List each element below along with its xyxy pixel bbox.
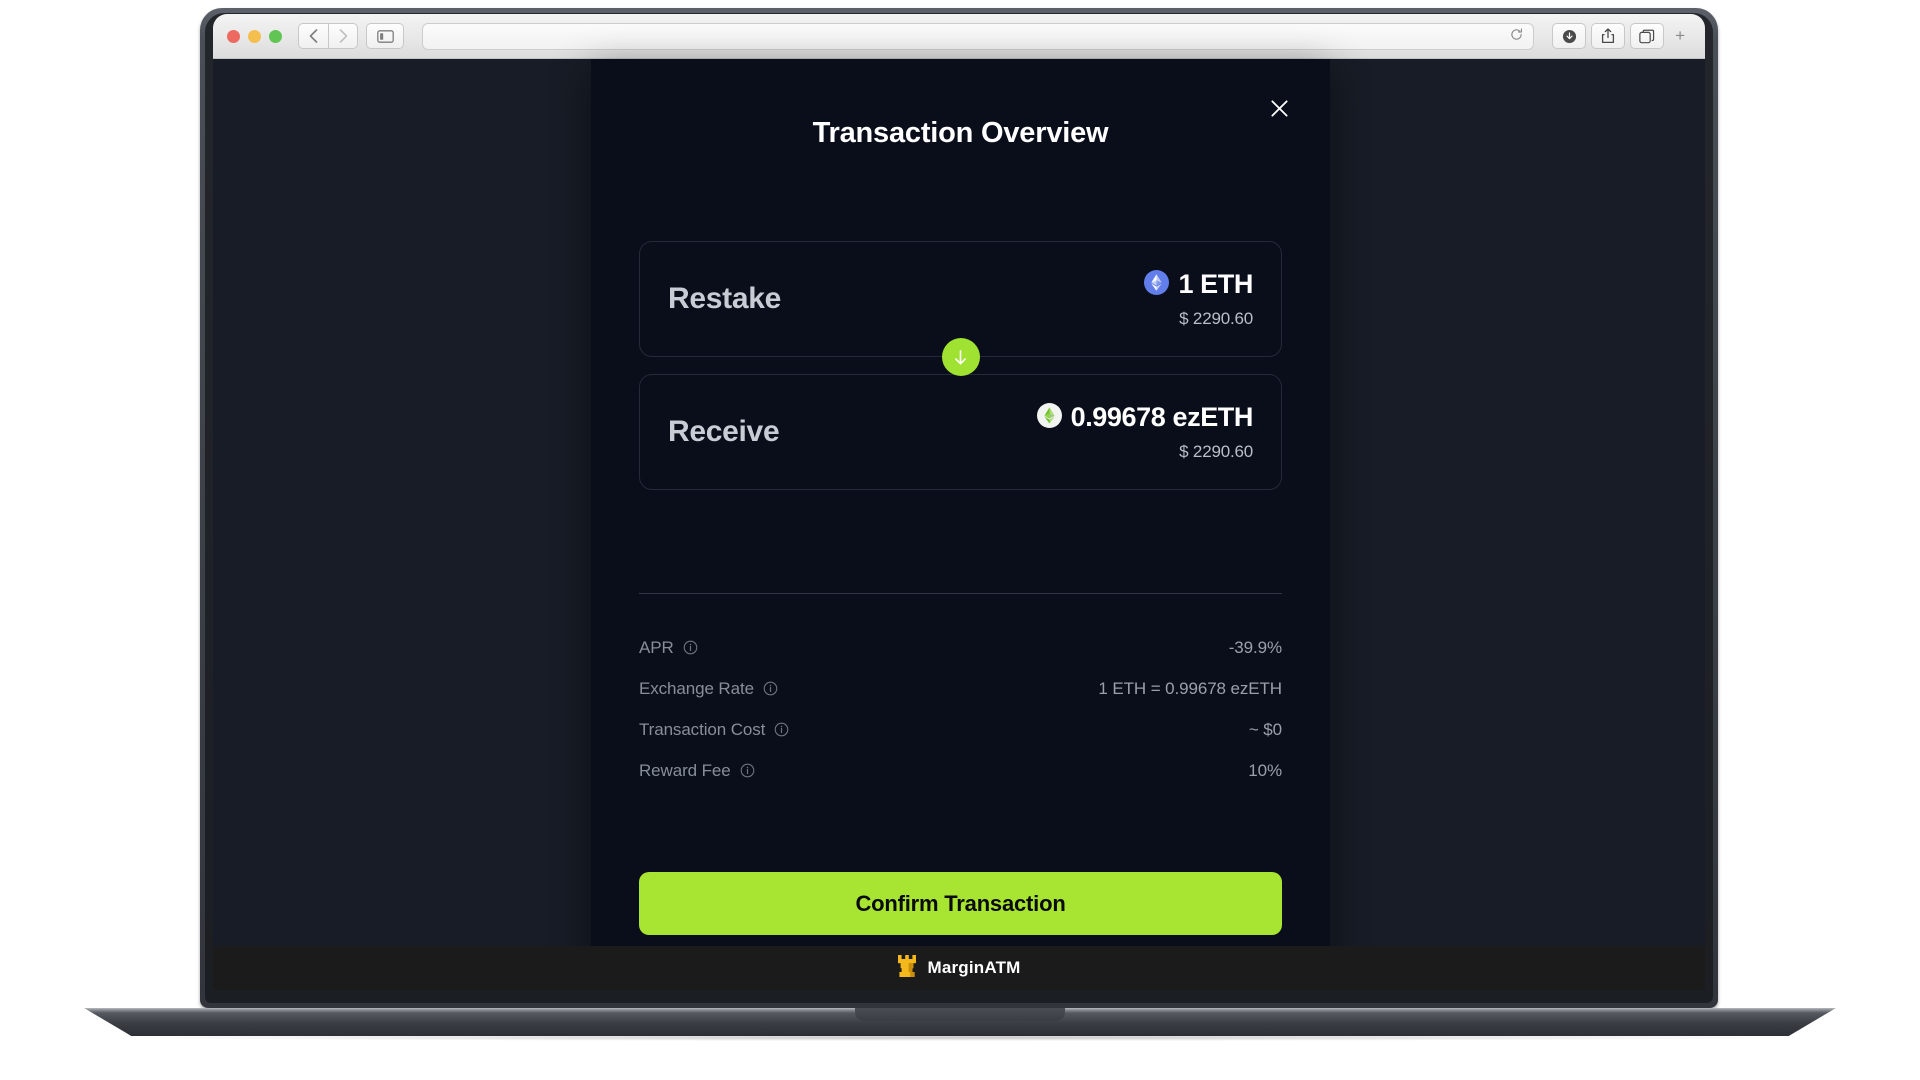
window-close-button[interactable]: [227, 29, 240, 43]
window-minimize-button[interactable]: [248, 29, 261, 43]
laptop-base-notch: [855, 1008, 1065, 1021]
browser-toolbar: +: [213, 14, 1705, 59]
transaction-details-list: APR -39.9% Exchange Rate 1 ETH = 0.99678…: [639, 627, 1282, 791]
detail-label-transaction-cost: Transaction Cost: [639, 719, 766, 739]
sidebar-icon: [376, 29, 394, 43]
detail-value-transaction-cost: ~ $0: [1248, 719, 1282, 739]
brand-name: MarginATM: [927, 958, 1021, 977]
swap-amount-restake: 1 ETH: [1178, 269, 1253, 299]
browser-nav-group: [298, 23, 358, 49]
detail-value-reward-fee: 10%: [1248, 760, 1282, 780]
info-icon[interactable]: [740, 763, 755, 778]
confirm-transaction-button[interactable]: Confirm Transaction: [639, 872, 1282, 935]
window-traffic-lights: [227, 29, 282, 43]
swap-amount-row-receive: 0.99678 ezETH: [1036, 402, 1254, 433]
swap-label-receive: Receive: [668, 415, 780, 448]
detail-row-transaction-cost: Transaction Cost ~ $0: [639, 709, 1282, 750]
detail-label-group-reward-fee: Reward Fee: [639, 761, 755, 781]
arrow-down-icon[interactable]: [941, 338, 980, 376]
detail-row-exchange-rate: Exchange Rate 1 ETH = 0.99678 ezETH: [639, 668, 1282, 709]
eth-token-icon: [1144, 269, 1170, 300]
rook-logo-icon: [897, 954, 917, 983]
sidebar-toggle-button[interactable]: [366, 23, 404, 49]
laptop-mockup: + Transaction Overview Restake 1 ETH $ 2…: [0, 0, 1920, 1080]
swap-usd-receive: $ 2290.60: [1179, 442, 1253, 461]
detail-label-group-exchange-rate: Exchange Rate: [639, 679, 778, 699]
swap-label-restake: Restake: [668, 282, 781, 315]
swap-amount-receive: 0.99678 ezETH: [1070, 402, 1254, 432]
chevron-right-icon: [339, 29, 347, 43]
swap-usd-restake: $ 2290.60: [1179, 309, 1253, 328]
forward-button[interactable]: [328, 23, 358, 49]
detail-label-exchange-rate: Exchange Rate: [639, 678, 754, 698]
tab-overview-button[interactable]: [1630, 23, 1665, 49]
divider: [639, 593, 1282, 594]
detail-value-apr: -39.9%: [1228, 637, 1282, 657]
page-title: Transaction Overview: [812, 117, 1109, 149]
laptop-shadow: [120, 1034, 1800, 1041]
swap-value-receive: 0.99678 ezETH $ 2290.60: [1036, 402, 1254, 462]
app-page-background: Transaction Overview Restake 1 ETH $ 229…: [213, 59, 1705, 990]
reload-icon[interactable]: [1510, 28, 1523, 44]
swap-section: Restake 1 ETH $ 2290.60 Receive 0.99678 …: [639, 241, 1282, 490]
chevron-left-icon: [309, 29, 318, 43]
address-bar[interactable]: [422, 22, 1535, 50]
info-icon[interactable]: [774, 722, 789, 737]
browser-toolbar-right: +: [1552, 23, 1691, 49]
detail-row-apr: APR -39.9%: [639, 627, 1282, 668]
share-icon: [1602, 28, 1615, 44]
downloads-button[interactable]: [1552, 23, 1587, 49]
close-icon[interactable]: [1262, 91, 1296, 125]
window-maximize-button[interactable]: [269, 29, 282, 43]
downloads-icon: [1562, 29, 1576, 43]
info-icon[interactable]: [763, 681, 778, 696]
share-button[interactable]: [1591, 23, 1626, 49]
new-tab-button[interactable]: +: [1669, 26, 1691, 46]
detail-label-reward-fee: Reward Fee: [639, 760, 731, 780]
detail-label-apr: APR: [639, 637, 674, 657]
tab-overview-icon: [1639, 29, 1655, 43]
info-icon[interactable]: [683, 640, 698, 655]
transaction-overview-modal: Transaction Overview Restake 1 ETH $ 229…: [591, 59, 1330, 990]
detail-value-exchange-rate: 1 ETH = 0.99678 ezETH: [1098, 678, 1282, 698]
swap-amount-row-restake: 1 ETH: [1144, 269, 1253, 300]
brand-watermark-bar: MarginATM: [213, 946, 1705, 990]
swap-row-receive: Receive 0.99678 ezETH $ 2290.60: [639, 374, 1282, 490]
swap-value-restake: 1 ETH $ 2290.60: [1144, 269, 1253, 329]
laptop-screen: + Transaction Overview Restake 1 ETH $ 2…: [213, 14, 1705, 990]
back-button[interactable]: [298, 23, 328, 49]
ezeth-token-icon: [1036, 402, 1062, 433]
detail-label-group-transaction-cost: Transaction Cost: [639, 720, 789, 740]
detail-row-reward-fee: Reward Fee 10%: [639, 750, 1282, 791]
detail-label-group-apr: APR: [639, 638, 698, 658]
